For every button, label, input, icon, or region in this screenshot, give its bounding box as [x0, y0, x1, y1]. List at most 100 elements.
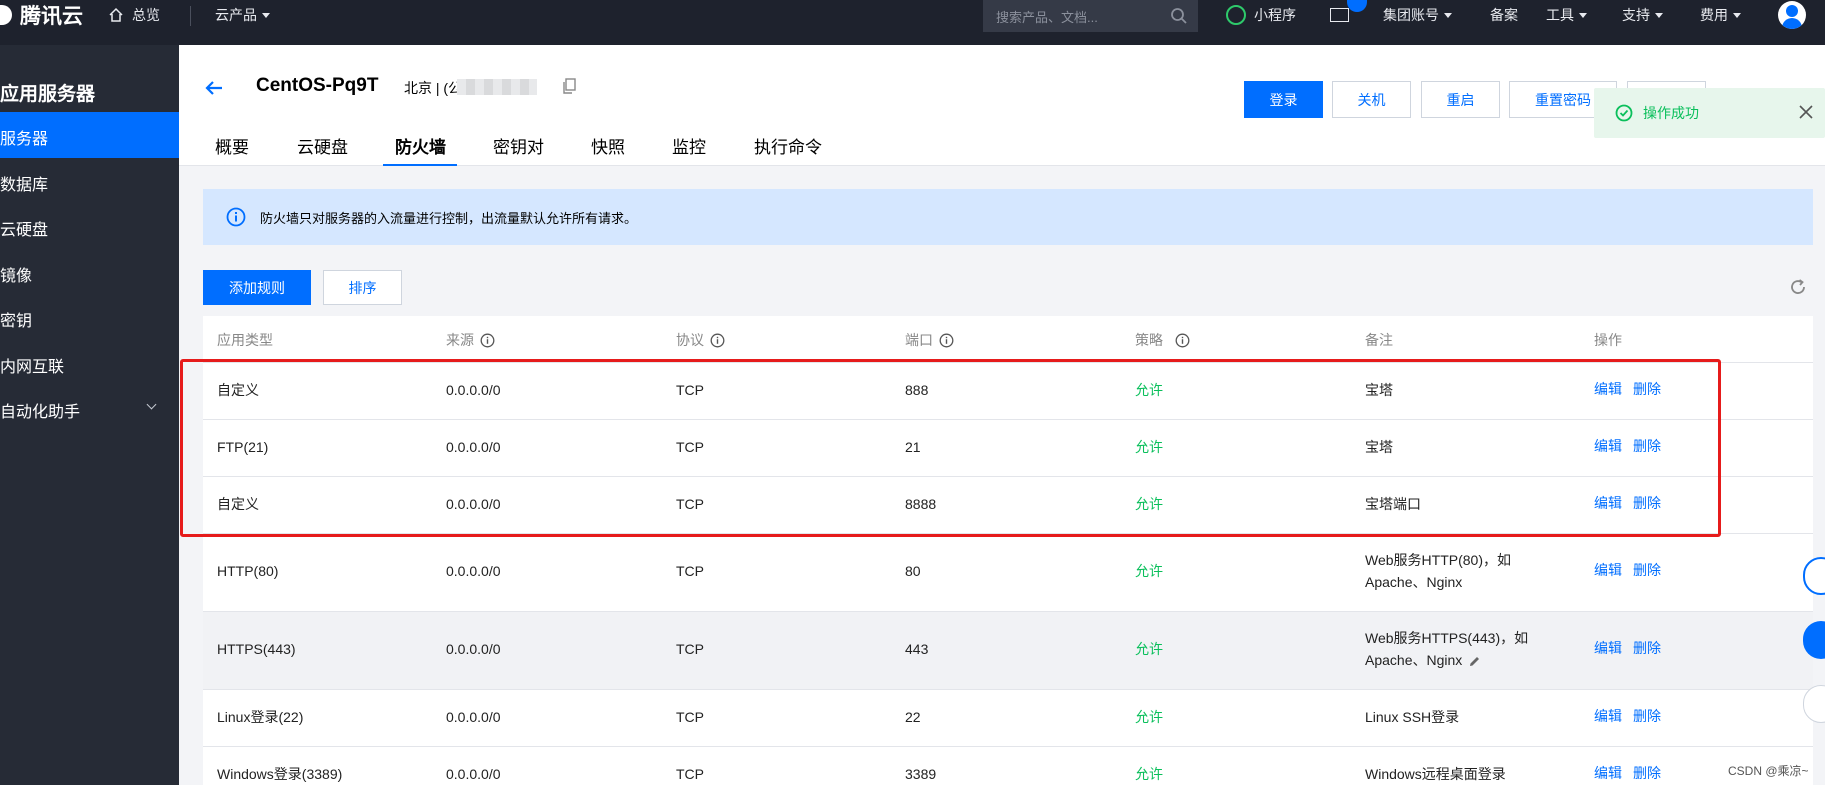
search-placeholder: 搜索产品、文档... [996, 10, 1098, 25]
tab-key-pairs[interactable]: 密钥对 [493, 133, 544, 166]
cell-port: 21 [905, 439, 921, 455]
sidebar-item-database[interactable]: 数据库 [0, 158, 179, 204]
info-icon[interactable] [710, 333, 725, 348]
restart-button[interactable]: 重启 [1421, 81, 1500, 118]
nav-record[interactable]: 备案 [1490, 0, 1518, 30]
sidebar-item-keys[interactable]: 密钥 [0, 294, 179, 340]
edit-link[interactable]: 编辑 [1594, 379, 1622, 399]
close-icon[interactable] [1798, 104, 1814, 120]
success-toast: 操作成功 [1594, 88, 1825, 138]
mini-program-icon [1226, 5, 1246, 25]
column-header-source: 来源 [446, 330, 495, 350]
cell-policy: 允许 [1135, 641, 1163, 657]
sidebar-item-cloud-disk[interactable]: 云硬盘 [0, 203, 179, 249]
tab-cloud-disk[interactable]: 云硬盘 [297, 133, 348, 166]
column-header-type: 应用类型 [217, 330, 273, 350]
search-icon[interactable] [1170, 7, 1188, 25]
nav-products[interactable]: 云产品 [215, 0, 270, 30]
top-navigation-bar: 腾讯云 总览 云产品 搜索产品、文档... 小程序 集团账号 备案 工具 支持 … [0, 0, 1825, 45]
back-arrow-icon[interactable] [204, 78, 224, 98]
edit-link[interactable]: 编辑 [1594, 706, 1622, 726]
nav-mini-program-label: 小程序 [1254, 7, 1296, 23]
sidebar-item-servers[interactable]: 服务器 [0, 112, 179, 158]
cell-type: 自定义 [217, 382, 259, 398]
add-rule-button[interactable]: 添加规则 [203, 270, 311, 305]
delete-link[interactable]: 删除 [1633, 706, 1661, 726]
sidebar-item-automation[interactable]: 自动化助手 [0, 385, 179, 431]
cell-type: Windows登录(3389) [217, 766, 343, 782]
cell-policy: 允许 [1135, 382, 1163, 398]
nav-tools[interactable]: 工具 [1546, 0, 1587, 30]
tab-label: 概要 [215, 138, 249, 157]
cell-type: HTTPS(443) [217, 641, 296, 657]
table-row: Windows登录(3389) 0.0.0.0/0 TCP 3389 允许 Wi… [203, 747, 1813, 785]
chevron-down-icon [1444, 12, 1452, 18]
column-header-actions: 操作 [1594, 330, 1622, 350]
nav-support[interactable]: 支持 [1622, 0, 1663, 30]
cell-protocol: TCP [676, 563, 704, 579]
sort-button[interactable]: 排序 [323, 270, 402, 305]
shutdown-button[interactable]: 关机 [1332, 81, 1411, 118]
search-input[interactable]: 搜索产品、文档... [983, 0, 1198, 32]
chevron-down-icon [262, 12, 270, 18]
brand-logo[interactable]: 腾讯云 [0, 0, 83, 30]
sidebar-item-label: 云硬盘 [0, 222, 49, 239]
delete-link[interactable]: 删除 [1633, 436, 1661, 456]
cell-protocol: TCP [676, 709, 704, 725]
cell-note-text: Web服务HTTPS(443)，如 Apache、Nginx [1365, 630, 1529, 668]
delete-link[interactable]: 删除 [1633, 763, 1661, 783]
cell-note: 宝塔 [1365, 382, 1393, 398]
info-icon[interactable] [939, 333, 954, 348]
cell-source: 0.0.0.0/0 [446, 766, 501, 782]
brand-name: 腾讯云 [20, 5, 83, 28]
delete-link[interactable]: 删除 [1633, 493, 1661, 513]
cell-protocol: TCP [676, 382, 704, 398]
table-row: Linux登录(22) 0.0.0.0/0 TCP 22 允许 Linux SS… [203, 690, 1813, 747]
delete-link[interactable]: 删除 [1633, 379, 1661, 399]
cell-source: 0.0.0.0/0 [446, 641, 501, 657]
edit-link[interactable]: 编辑 [1594, 763, 1622, 783]
nav-messages[interactable] [1330, 0, 1349, 30]
column-header-label: 来源 [446, 332, 474, 348]
nav-billing[interactable]: 费用 [1700, 0, 1741, 30]
info-icon [226, 207, 246, 227]
tab-overview[interactable]: 概要 [215, 133, 249, 166]
tab-firewall[interactable]: 防火墙 [383, 133, 457, 166]
copy-icon[interactable] [562, 78, 577, 94]
delete-link[interactable]: 删除 [1633, 560, 1661, 580]
nav-group-account-label: 集团账号 [1383, 7, 1439, 23]
user-avatar[interactable] [1778, 1, 1806, 29]
tab-label: 防火墙 [395, 138, 446, 157]
info-icon[interactable] [1175, 333, 1190, 348]
cell-source: 0.0.0.0/0 [446, 563, 501, 579]
check-circle-icon [1615, 104, 1633, 122]
sidebar-item-intranet[interactable]: 内网互联 [0, 340, 179, 386]
info-icon[interactable] [480, 333, 495, 348]
cell-note: 宝塔端口 [1365, 496, 1421, 512]
edit-link[interactable]: 编辑 [1594, 638, 1622, 658]
nav-mini-program[interactable]: 小程序 [1226, 0, 1296, 30]
pencil-edit-icon[interactable] [1468, 655, 1481, 668]
sidebar-item-image[interactable]: 镜像 [0, 249, 179, 295]
delete-link[interactable]: 删除 [1633, 638, 1661, 658]
nav-tools-label: 工具 [1546, 7, 1574, 23]
refresh-icon[interactable] [1789, 278, 1807, 296]
cell-port: 443 [905, 641, 929, 657]
column-header-port: 端口 [905, 330, 954, 350]
cell-type: FTP(21) [217, 439, 269, 455]
edit-link[interactable]: 编辑 [1594, 436, 1622, 456]
instance-name: CentOS-Pq9T [256, 75, 379, 96]
nav-group-account[interactable]: 集团账号 [1383, 0, 1452, 30]
tab-snapshots[interactable]: 快照 [591, 133, 625, 166]
tab-run-command[interactable]: 执行命令 [754, 133, 822, 166]
edit-link[interactable]: 编辑 [1594, 493, 1622, 513]
table-row: HTTP(80) 0.0.0.0/0 TCP 80 允许 Web服务HTTP(8… [203, 534, 1813, 612]
column-header-note: 备注 [1365, 330, 1393, 350]
login-button[interactable]: 登录 [1244, 81, 1323, 118]
tab-monitoring[interactable]: 监控 [672, 133, 706, 166]
nav-home[interactable]: 总览 [108, 0, 160, 30]
edit-link[interactable]: 编辑 [1594, 560, 1622, 580]
nav-divider [190, 6, 191, 26]
reset-password-button-label: 重置密码 [1535, 91, 1591, 108]
cell-source: 0.0.0.0/0 [446, 439, 501, 455]
